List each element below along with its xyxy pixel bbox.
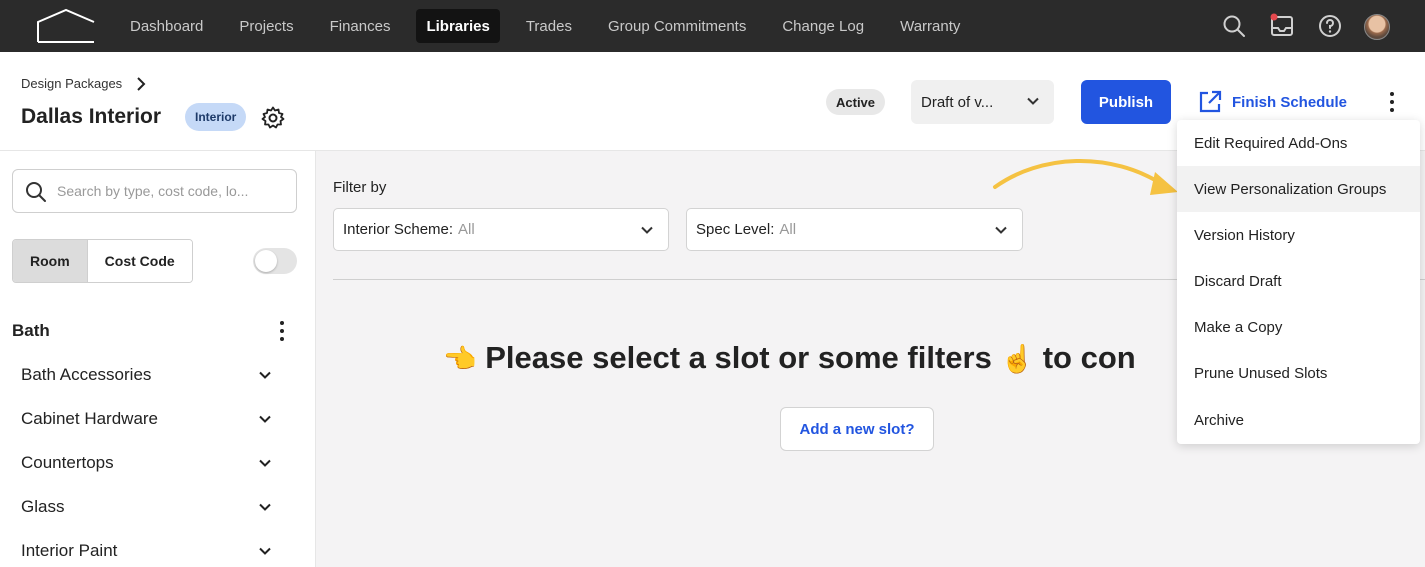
publish-button[interactable]: Publish: [1081, 80, 1171, 124]
version-select-value: Draft of v...: [921, 93, 994, 111]
finish-schedule-label: Finish Schedule: [1232, 93, 1348, 111]
nav-group-commitments[interactable]: Group Commitments: [590, 9, 764, 43]
view-segmented-control: Room Cost Code: [12, 239, 193, 283]
page-title: Dallas Interior: [21, 105, 162, 128]
sidebar-item-label: Bath Accessories: [21, 365, 152, 384]
chevron-down-icon: [259, 547, 271, 555]
chevron-down-icon: [641, 226, 653, 234]
chevron-down-icon: [259, 459, 271, 467]
toggle-switch[interactable]: [253, 248, 297, 274]
segment-cost-code[interactable]: Cost Code: [87, 240, 192, 282]
sidebar-item-bath-accessories[interactable]: Bath Accessories: [21, 360, 281, 390]
menu-view-personalization-groups[interactable]: View Personalization Groups: [1177, 166, 1420, 212]
chevron-down-icon: [1027, 97, 1039, 105]
nav-libraries[interactable]: Libraries: [416, 9, 500, 43]
sidebar-item-label: Glass: [21, 497, 65, 516]
menu-discard-draft[interactable]: Discard Draft: [1177, 258, 1420, 304]
pointing-up-emoji: ☝️: [1000, 344, 1035, 374]
menu-make-a-copy[interactable]: Make a Copy: [1177, 304, 1420, 350]
sidebar-item-countertops[interactable]: Countertops: [21, 448, 281, 478]
search-input[interactable]: Search by type, cost code, lo...: [12, 169, 297, 213]
spec-level-filter[interactable]: Spec Level: All: [686, 208, 1023, 251]
pointing-left-emoji: 👈: [443, 344, 477, 374]
breadcrumb: Design Packages: [21, 76, 146, 91]
chevron-down-icon: [259, 503, 271, 511]
nav-items: Dashboard Projects Finances Libraries Tr…: [112, 9, 978, 43]
add-slot-button[interactable]: Add a new slot?: [780, 407, 934, 451]
menu-prune-unused-slots[interactable]: Prune Unused Slots: [1177, 350, 1420, 396]
status-badge: Active: [826, 89, 886, 115]
sidebar-item-glass[interactable]: Glass: [21, 492, 281, 522]
chevron-down-icon: [259, 415, 271, 423]
more-options-menu: Edit Required Add-Ons View Personalizati…: [1177, 120, 1420, 444]
filter-value: All: [779, 221, 797, 238]
filter-label: Filter by: [333, 179, 387, 196]
filter-value: All: [458, 221, 475, 238]
help-icon[interactable]: [1317, 13, 1343, 39]
sidebar-item-label: Interior Paint: [21, 541, 118, 560]
nav-warranty[interactable]: Warranty: [882, 9, 978, 43]
nav-projects[interactable]: Projects: [221, 9, 311, 43]
menu-archive[interactable]: Archive: [1177, 397, 1420, 443]
sidebar-item-label: Cabinet Hardware: [21, 409, 159, 428]
search-icon: [26, 182, 46, 202]
interior-scheme-filter[interactable]: Interior Scheme: All: [333, 208, 669, 251]
sidebar-item-cabinet-hardware[interactable]: Cabinet Hardware: [21, 404, 281, 434]
chevron-down-icon: [259, 371, 271, 379]
more-options-icon[interactable]: [1382, 90, 1402, 114]
sidebar-item-label: Countertops: [21, 453, 114, 472]
chevron-down-icon: [995, 226, 1007, 234]
nav-finances[interactable]: Finances: [312, 9, 409, 43]
sidebar-item-interior-paint[interactable]: Interior Paint: [21, 536, 281, 566]
type-tag: Interior: [185, 103, 247, 131]
chevron-right-icon: [137, 76, 146, 91]
group-more-icon[interactable]: [272, 319, 292, 343]
version-select[interactable]: Draft of v...: [911, 80, 1054, 124]
filter-name: Spec Level:: [696, 221, 775, 238]
group-title: Bath: [12, 321, 50, 340]
top-navigation: Dashboard Projects Finances Libraries Tr…: [0, 0, 1425, 52]
external-link-icon: [1199, 90, 1222, 113]
empty-state-text: Please select a slot or some filters: [485, 340, 992, 375]
user-avatar[interactable]: [1364, 14, 1390, 40]
menu-version-history[interactable]: Version History: [1177, 212, 1420, 258]
empty-state-message: 👈 Please select a slot or some filters ☝…: [443, 340, 1136, 376]
nav-change-log[interactable]: Change Log: [764, 9, 882, 43]
nav-dashboard[interactable]: Dashboard: [112, 9, 221, 43]
breadcrumb-link[interactable]: Design Packages: [21, 76, 122, 91]
nav-trades[interactable]: Trades: [508, 9, 590, 43]
menu-edit-required-add-ons[interactable]: Edit Required Add-Ons: [1177, 120, 1420, 166]
search-icon[interactable]: [1221, 13, 1247, 39]
segment-room[interactable]: Room: [13, 240, 88, 282]
search-placeholder: Search by type, cost code, lo...: [57, 183, 249, 199]
filter-name: Interior Scheme:: [343, 221, 454, 238]
finish-schedule-link[interactable]: Finish Schedule: [1198, 90, 1347, 114]
sidebar: Search by type, cost code, lo... Room Co…: [0, 151, 316, 567]
annotation-arrow: [993, 159, 1178, 195]
home-logo-icon[interactable]: [36, 8, 96, 44]
inbox-icon[interactable]: [1269, 13, 1295, 39]
empty-state-tail: to con: [1042, 340, 1136, 375]
gear-icon[interactable]: [261, 106, 285, 130]
